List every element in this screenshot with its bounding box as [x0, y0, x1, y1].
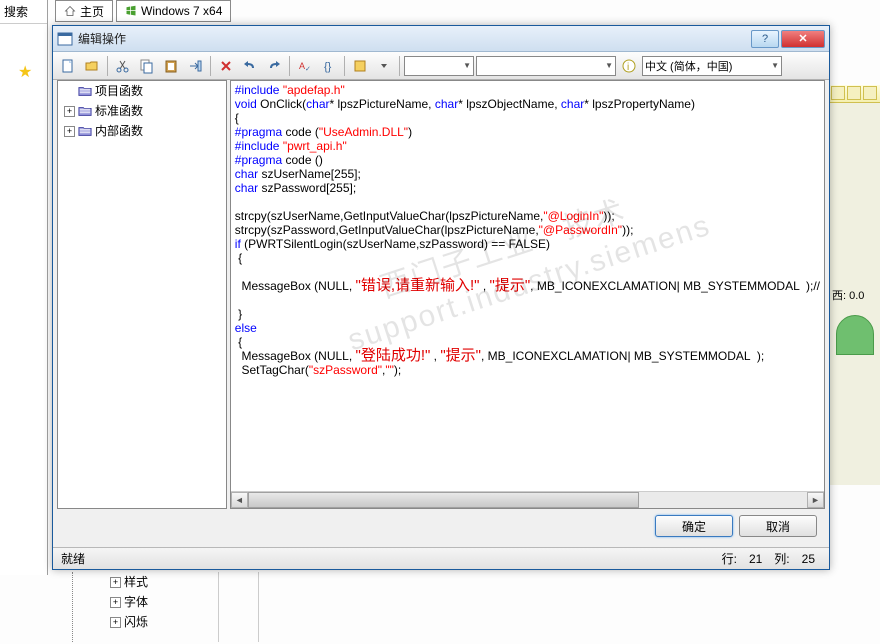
combo-1[interactable]: ▼: [404, 56, 474, 76]
paste-button[interactable]: [160, 55, 182, 77]
bg-tab-windows[interactable]: Windows 7 x64: [116, 0, 231, 22]
status-line-value: 21: [743, 552, 768, 566]
open-icon: [84, 58, 100, 74]
redo-icon: [266, 58, 282, 74]
code-editor[interactable]: #include "apdefap.h" void OnClick(char* …: [230, 80, 825, 509]
function-tree[interactable]: 项目函数 + 标准函数 + 内部函数: [57, 80, 227, 509]
code-text[interactable]: #include "apdefap.h" void OnClick(char* …: [231, 81, 824, 491]
help-button[interactable]: ?: [751, 30, 779, 48]
status-col-label: 列:: [768, 550, 795, 567]
app-icon: [57, 31, 73, 47]
scroll-right-icon[interactable]: ►: [807, 492, 824, 508]
tree-item-standard-functions[interactable]: + 标准函数: [58, 101, 226, 121]
language-value: 中文 (简体，中国): [645, 58, 732, 74]
titlebar[interactable]: 编辑操作 ? ✕: [53, 26, 829, 52]
info-icon: i: [621, 58, 637, 74]
chevron-down-icon: [379, 58, 389, 74]
new-button[interactable]: [57, 55, 79, 77]
chevron-down-icon: ▼: [605, 61, 613, 70]
chevron-down-icon: ▼: [463, 61, 471, 70]
status-ready: 就绪: [61, 550, 716, 567]
bg-tab-win-label: Windows 7 x64: [141, 4, 222, 18]
compile-icon: [352, 58, 368, 74]
folder-icon: [78, 125, 92, 137]
expand-icon[interactable]: +: [110, 617, 121, 628]
bg-green-shape: [836, 315, 874, 355]
tree-item-project-functions[interactable]: 项目函数: [58, 81, 226, 101]
expand-icon[interactable]: +: [64, 126, 75, 137]
favorite-star-icon: ★: [18, 62, 32, 82]
bg-right-label: 西: 0.0: [830, 283, 880, 307]
tree-item-internal-functions[interactable]: + 内部函数: [58, 121, 226, 141]
bg-btree-2[interactable]: 闪烁: [124, 612, 148, 632]
svg-text:✓: ✓: [305, 66, 311, 73]
svg-text:i: i: [627, 62, 629, 73]
scroll-track[interactable]: [248, 492, 807, 508]
chevron-down-icon: ▼: [771, 61, 779, 70]
brackets-button[interactable]: {}: [318, 55, 340, 77]
statusbar: 就绪 行: 21 列: 25: [53, 547, 829, 569]
copy-icon: [139, 58, 155, 74]
expand-icon[interactable]: +: [110, 597, 121, 608]
home-icon: [64, 5, 76, 17]
windows-icon: [125, 5, 137, 17]
paste-icon: [163, 58, 179, 74]
scroll-thumb[interactable]: [248, 492, 639, 508]
expand-icon[interactable]: +: [64, 106, 75, 117]
open-button[interactable]: [81, 55, 103, 77]
status-col-value: 25: [796, 552, 821, 566]
bg-btree-0[interactable]: 样式: [124, 572, 148, 592]
combo-2[interactable]: ▼: [476, 56, 616, 76]
tree-label: 项目函数: [95, 83, 143, 99]
folder-icon: [78, 85, 92, 97]
brackets-icon: {}: [321, 58, 337, 74]
delete-button[interactable]: [215, 55, 237, 77]
close-button[interactable]: ✕: [781, 30, 825, 48]
goto-button[interactable]: [184, 55, 206, 77]
redo-button[interactable]: [263, 55, 285, 77]
folder-icon: [78, 105, 92, 117]
undo-button[interactable]: [239, 55, 261, 77]
edit-action-dialog: 编辑操作 ? ✕ A✓ {} ▼ ▼ i 中文 (简体，中国)▼ 项目函: [52, 25, 830, 570]
tree-label: 内部函数: [95, 123, 143, 139]
check-button[interactable]: A✓: [294, 55, 316, 77]
bg-tab-home-label: 主页: [80, 3, 104, 20]
tree-label: 标准函数: [95, 103, 143, 119]
cancel-button[interactable]: 取消: [739, 515, 817, 537]
scroll-left-icon[interactable]: ◄: [231, 492, 248, 508]
status-line-label: 行:: [716, 550, 743, 567]
dropdown-button[interactable]: [373, 55, 395, 77]
info-button[interactable]: i: [618, 55, 640, 77]
bg-btree-1[interactable]: 字体: [124, 592, 148, 612]
horizontal-scrollbar[interactable]: ◄ ►: [231, 491, 824, 508]
svg-text:{}: {}: [324, 61, 332, 73]
delete-icon: [218, 58, 234, 74]
new-icon: [60, 58, 76, 74]
bg-search-label: 搜索: [0, 0, 47, 24]
copy-button[interactable]: [136, 55, 158, 77]
language-combo[interactable]: 中文 (简体，中国) ▼: [642, 56, 782, 76]
bg-right-buttons: [830, 85, 880, 103]
cut-icon: [115, 58, 131, 74]
ok-button[interactable]: 确定: [655, 515, 733, 537]
dialog-title: 编辑操作: [78, 30, 749, 47]
check-icon: A✓: [297, 58, 313, 74]
expand-icon[interactable]: +: [110, 577, 121, 588]
cut-button[interactable]: [112, 55, 134, 77]
toolbar: A✓ {} ▼ ▼ i 中文 (简体，中国) ▼: [53, 52, 829, 80]
goto-icon: [187, 58, 203, 74]
undo-icon: [242, 58, 258, 74]
compile-button[interactable]: [349, 55, 371, 77]
bg-tab-home[interactable]: 主页: [55, 0, 113, 22]
bg-bottom-tree: +样式 +字体 +闪烁: [55, 572, 255, 632]
